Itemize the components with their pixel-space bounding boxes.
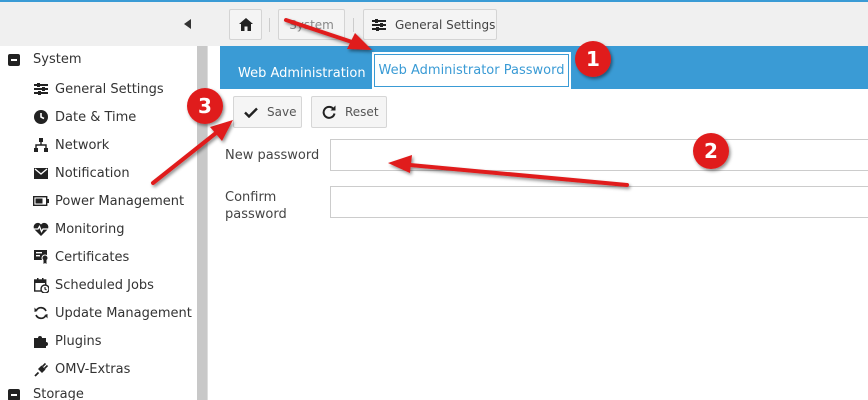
new-password-input[interactable] [330, 139, 868, 171]
sidebar-item-omv-extras[interactable]: OMV-Extras [33, 358, 130, 380]
sliders-icon [33, 81, 49, 97]
sidebar-item-notification[interactable]: Notification [33, 162, 130, 184]
caret-left-icon [184, 19, 191, 29]
sidebar-item-label: Plugins [55, 333, 102, 349]
sidebar-item-label: OMV-Extras [55, 361, 131, 377]
home-button[interactable] [229, 9, 262, 40]
sliders-icon [372, 18, 386, 31]
breadcrumb-separator [269, 18, 270, 32]
battery-icon [33, 193, 49, 209]
sidebar-item-plugins[interactable]: Plugins [33, 330, 102, 352]
collapse-icon [8, 53, 20, 66]
sidebar-root-label: Storage [33, 387, 84, 400]
breadcrumb-system-label: System [289, 17, 334, 32]
network-icon [33, 137, 49, 153]
sidebar-item-power-management[interactable]: Power Management [33, 190, 184, 212]
tab-web-administration[interactable]: Web Administration [238, 66, 366, 81]
tab-web-administrator-password[interactable]: Web Administrator Password [372, 52, 571, 89]
breadcrumb-general-label: General Settings [395, 17, 496, 32]
plug-icon [33, 361, 49, 377]
save-button[interactable]: Save [233, 96, 302, 128]
undo-icon [322, 105, 336, 119]
save-button-label: Save [267, 105, 297, 119]
sidebar: System General Settings Date & Time Netw… [0, 46, 208, 400]
sidebar-item-date-time[interactable]: Date & Time [33, 106, 136, 128]
sidebar-item-label: Power Management [55, 193, 185, 209]
tab-label: Web Administration [238, 66, 366, 81]
new-password-label: New password [225, 148, 320, 163]
sidebar-item-network[interactable]: Network [33, 134, 109, 156]
collapse-sidebar-button[interactable] [180, 15, 196, 33]
home-icon [238, 18, 253, 31]
clock-icon [33, 109, 49, 125]
confirm-password-label: Confirm password [225, 190, 287, 222]
sidebar-item-monitoring[interactable]: Monitoring [33, 218, 125, 240]
breadcrumb-system[interactable]: System [278, 9, 345, 40]
confirm-password-input[interactable] [330, 186, 868, 218]
sidebar-item-certificates[interactable]: Certificates [33, 246, 129, 268]
sidebar-item-label: Network [55, 137, 110, 153]
envelope-icon [33, 165, 49, 181]
puzzle-icon [33, 333, 49, 349]
certificate-icon [33, 249, 49, 265]
reset-button[interactable]: Reset [311, 96, 387, 128]
reset-button-label: Reset [345, 105, 379, 119]
sidebar-item-label: Update Management [55, 305, 192, 321]
sidebar-root-label: System [33, 52, 82, 67]
sidebar-item-scheduled-jobs[interactable]: Scheduled Jobs [33, 274, 154, 296]
refresh-icon [33, 305, 49, 321]
sidebar-scrollbar[interactable] [197, 46, 207, 400]
sidebar-item-label: Date & Time [55, 109, 137, 125]
top-toolbar: System General Settings [0, 0, 868, 46]
sidebar-item-label: Notification [55, 165, 130, 181]
sidebar-root-storage[interactable]: Storage [8, 387, 84, 400]
calendar-clock-icon [33, 277, 49, 293]
breadcrumb-general-settings[interactable]: General Settings [363, 9, 497, 40]
heart-pulse-icon [33, 221, 49, 237]
sidebar-item-label: Certificates [55, 249, 130, 265]
sidebar-root-system[interactable]: System [8, 52, 81, 67]
collapse-icon [8, 388, 20, 400]
sidebar-item-update-management[interactable]: Update Management [33, 302, 192, 324]
check-icon [244, 107, 258, 118]
sidebar-item-general-settings[interactable]: General Settings [33, 78, 164, 100]
sidebar-item-label: Scheduled Jobs [55, 277, 154, 293]
breadcrumb-separator [353, 18, 354, 32]
sidebar-item-label: General Settings [55, 81, 164, 97]
tab-label: Web Administrator Password [378, 63, 565, 78]
sidebar-item-label: Monitoring [55, 221, 125, 237]
